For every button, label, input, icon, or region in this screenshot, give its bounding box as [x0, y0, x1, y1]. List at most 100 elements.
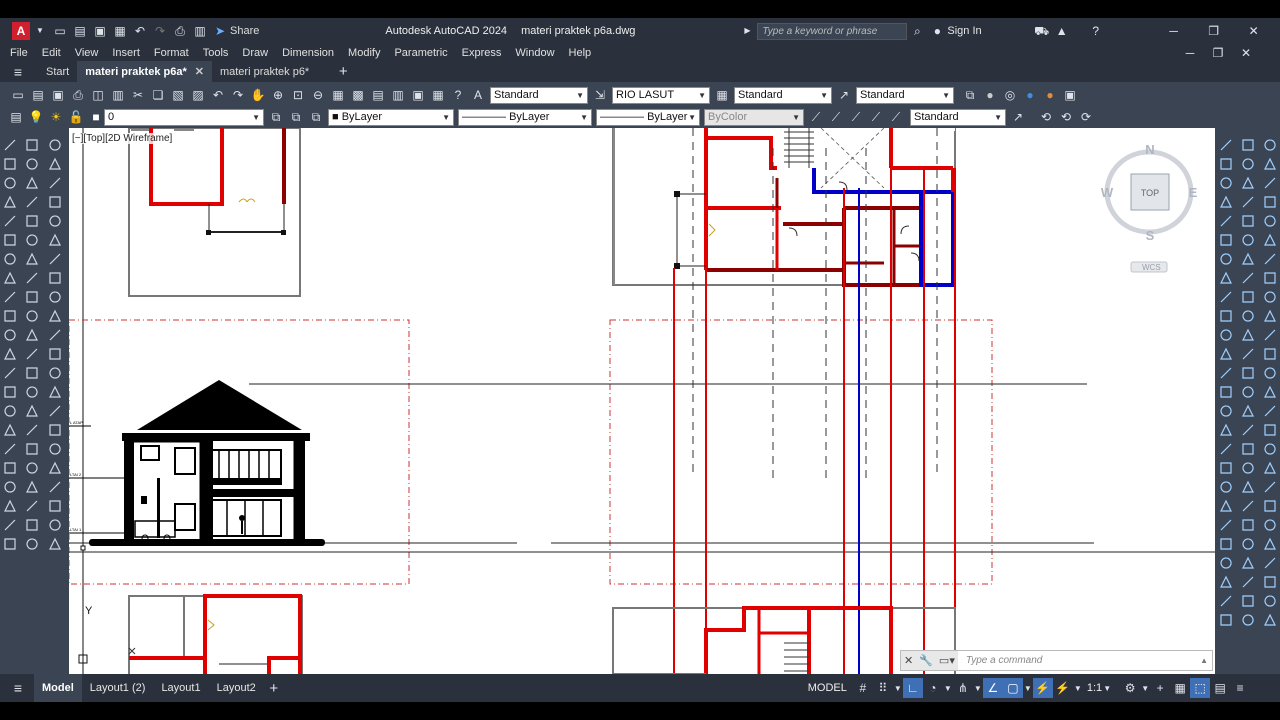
redo-icon[interactable]: ↷ [152, 23, 168, 39]
tool-button-icon[interactable] [4, 423, 16, 436]
text-style-dropdown[interactable]: Standard ▼ [490, 86, 588, 104]
tab-model[interactable]: Model [34, 674, 82, 702]
table-style-dropdown[interactable]: Standard ▼ [734, 86, 832, 104]
zoom-window-icon[interactable]: ⊡ [290, 87, 306, 103]
tool-button-icon[interactable] [1220, 215, 1232, 227]
tool-button-icon[interactable] [26, 424, 38, 436]
drawing-area[interactable]: L ATAP LTAI 2 LTAI 1 Y [−][Top][2D Wiref… [69, 128, 1215, 674]
tab-close-icon[interactable]: ✕ [195, 65, 204, 78]
menu-file[interactable]: File [0, 47, 35, 59]
layer-freeze-icon[interactable]: ☀ [48, 109, 64, 125]
tool-button-icon[interactable] [49, 385, 61, 398]
tool-button-icon[interactable] [1264, 557, 1276, 569]
tool-button-icon[interactable] [1264, 500, 1276, 512]
tool-button-icon[interactable] [1220, 443, 1232, 455]
layer-dropdown[interactable]: 0 ▼ [104, 108, 264, 126]
tool-button-icon[interactable] [26, 176, 38, 189]
tool-button-icon[interactable] [1242, 310, 1254, 322]
command-history-icon[interactable]: ▭▾ [939, 654, 955, 667]
tool-button-icon[interactable] [1220, 462, 1232, 474]
publish-icon[interactable]: ▥ [192, 23, 208, 39]
copy-icon[interactable]: ❏ [150, 87, 166, 103]
help-icon[interactable]: ? [1088, 23, 1104, 39]
tool-button-icon[interactable] [26, 291, 38, 303]
tool-button-icon[interactable] [1264, 348, 1276, 360]
paste-icon[interactable]: ▧ [170, 87, 186, 103]
view-tool-1-icon[interactable]: ⟲ [1038, 109, 1054, 125]
tool-button-icon[interactable] [1242, 196, 1254, 208]
tool-button-icon[interactable] [4, 386, 16, 398]
tool-button-icon[interactable] [1220, 519, 1232, 531]
tool-button-icon[interactable] [1264, 215, 1276, 227]
command-close-icon[interactable]: ✕ [904, 654, 913, 667]
tool-button-icon[interactable] [1220, 177, 1232, 189]
tool-button-icon[interactable] [1220, 291, 1232, 303]
tool-button-icon[interactable] [49, 405, 61, 417]
tool-button-icon[interactable] [4, 271, 16, 284]
color-dropdown[interactable]: ■ ByLayer ▼ [328, 108, 454, 126]
plot-icon[interactable]: ⎙ [172, 23, 188, 39]
markup-icon[interactable]: ▣ [410, 87, 426, 103]
publish-toolbar-icon[interactable]: ▥ [110, 87, 126, 103]
compass-west[interactable]: W [1101, 185, 1114, 200]
tool-button-icon[interactable] [1242, 556, 1254, 569]
annotation-visibility-icon[interactable]: ⚡ [1032, 678, 1053, 698]
tool-button-icon[interactable] [1264, 424, 1276, 436]
tool-button-icon[interactable] [1242, 272, 1254, 284]
zoom-realtime-icon[interactable]: ⊕ [270, 87, 286, 103]
search-expand-icon[interactable]: ▶ [739, 23, 755, 39]
tool-button-icon[interactable] [1242, 462, 1254, 474]
tool-button-icon[interactable] [4, 367, 16, 379]
tool-button-icon[interactable] [1242, 158, 1254, 170]
tool-button-icon[interactable] [1242, 595, 1254, 607]
tool-button-icon[interactable] [1220, 347, 1232, 360]
tool-button-icon[interactable] [1264, 367, 1276, 379]
sphere-grey-icon[interactable]: ● [982, 87, 998, 103]
layer-states-icon[interactable]: ⧉ [308, 109, 324, 125]
tool-button-icon[interactable] [1264, 405, 1276, 417]
ortho-tool-icon[interactable]: ⟋ [808, 109, 824, 125]
tool-button-icon[interactable] [26, 310, 38, 322]
tool-button-icon[interactable] [1264, 461, 1276, 474]
tool-button-icon[interactable] [4, 310, 16, 322]
tool-button-icon[interactable] [26, 480, 38, 493]
tool-button-icon[interactable] [49, 272, 61, 284]
tool-button-icon[interactable] [49, 481, 61, 493]
design-center-icon[interactable]: ▩ [350, 87, 366, 103]
command-input[interactable]: Type a command [966, 655, 1043, 666]
share-label[interactable]: Share [230, 25, 259, 37]
cut-icon[interactable]: ✂ [130, 87, 146, 103]
tool-button-icon[interactable] [49, 309, 61, 322]
tool-button-icon[interactable] [1264, 309, 1276, 322]
pan-icon[interactable]: ✋ [250, 87, 266, 103]
tool-button-icon[interactable] [1220, 386, 1232, 398]
tool-button-icon[interactable] [1264, 272, 1276, 284]
tool-button-icon[interactable] [1242, 614, 1254, 626]
tool-button-icon[interactable] [49, 291, 61, 303]
tool-button-icon[interactable] [4, 481, 16, 493]
menu-dimension[interactable]: Dimension [275, 47, 341, 59]
tool-button-icon[interactable] [26, 462, 38, 474]
tool-button-icon[interactable] [49, 461, 61, 474]
customize-status-icon[interactable]: ≡ [1230, 678, 1250, 698]
minimize-icon[interactable]: ─ [1166, 23, 1182, 39]
menu-express[interactable]: Express [455, 47, 509, 59]
osnap-tool-icon[interactable]: ⟋ [828, 109, 844, 125]
menu-view[interactable]: View [68, 47, 106, 59]
tool-button-icon[interactable] [26, 538, 38, 550]
iso-dropdown-icon[interactable]: ▼ [973, 678, 983, 698]
dim-style-icon[interactable]: ⇲ [592, 87, 608, 103]
autocad-logo-icon[interactable]: A [12, 22, 30, 40]
save-icon[interactable]: ▣ [92, 23, 108, 39]
tool-button-icon[interactable] [49, 196, 61, 208]
undo-icon[interactable]: ↶ [132, 23, 148, 39]
grid-icon[interactable]: # [853, 678, 873, 698]
workspace-icon[interactable]: ⧉ [962, 87, 978, 103]
tool-button-icon[interactable] [1264, 177, 1276, 189]
layer-lock-icon[interactable]: 🔓 [68, 109, 84, 125]
tab-start[interactable]: Start [38, 61, 77, 82]
text-style-icon[interactable]: A [470, 87, 486, 103]
tab-layout1[interactable]: Layout1 [153, 674, 208, 702]
command-line[interactable]: ✕ 🔧 ▭▾ Type a command ▲ [900, 650, 1213, 671]
new-file-icon[interactable]: ▭ [52, 23, 68, 39]
